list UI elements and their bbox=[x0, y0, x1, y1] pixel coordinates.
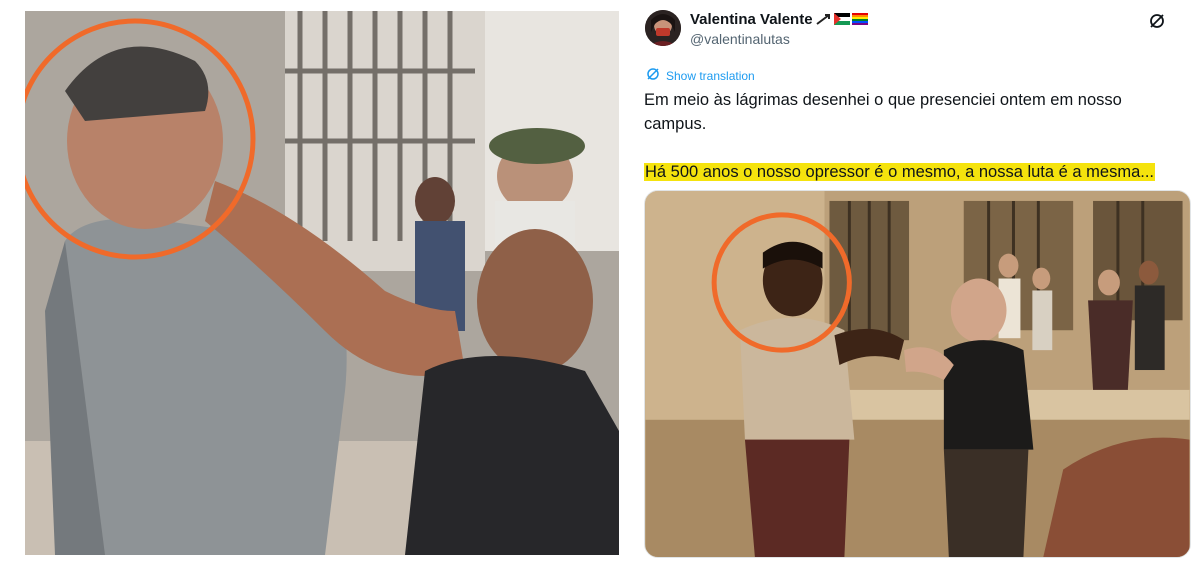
avatar[interactable] bbox=[645, 10, 681, 46]
illustration-fight-scene bbox=[645, 191, 1190, 557]
author-badges bbox=[816, 12, 868, 25]
palestine-flag-icon bbox=[834, 12, 850, 25]
author-handle[interactable]: @valentinalutas bbox=[690, 31, 790, 47]
author-name[interactable]: Valentina Valente bbox=[690, 11, 813, 28]
left-photo bbox=[25, 11, 619, 555]
tweet-text-line1: Em meio às lágrimas desenhei o que prese… bbox=[644, 91, 1122, 133]
show-translation-link[interactable]: Show translation bbox=[646, 67, 755, 84]
tweet-text: Em meio às lágrimas desenhei o que prese… bbox=[644, 88, 1184, 184]
show-translation-label: Show translation bbox=[666, 68, 755, 83]
tweet-card: Valentina Valente @valentinalutas Show t… bbox=[628, 0, 1200, 564]
rainbow-flag-icon bbox=[852, 12, 868, 25]
translate-icon bbox=[646, 67, 660, 84]
photo-fight-scene bbox=[25, 11, 619, 555]
tweet-media-image[interactable] bbox=[644, 190, 1191, 558]
arrow-emoji-icon bbox=[816, 12, 832, 25]
tweet-text-highlighted: Há 500 anos o nosso opressor é o mesmo, … bbox=[644, 163, 1156, 181]
grok-icon[interactable] bbox=[1148, 12, 1166, 30]
